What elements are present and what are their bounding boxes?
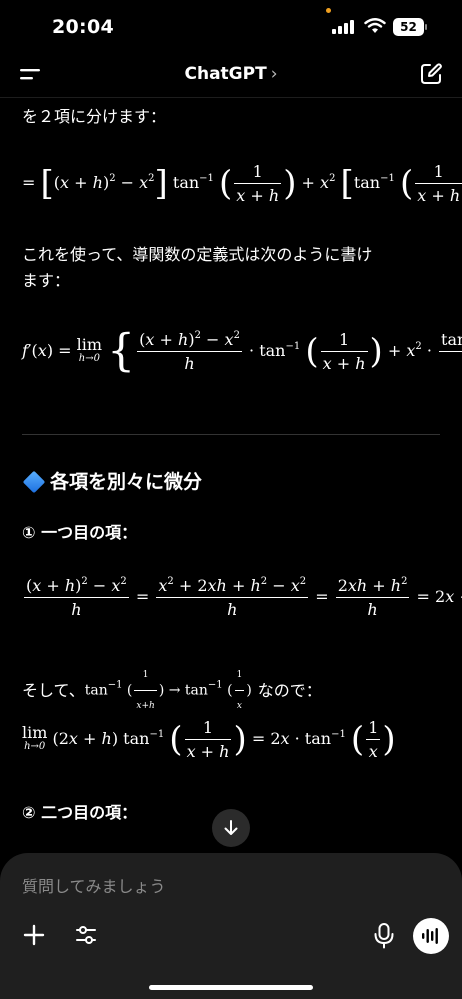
model-selector[interactable]: ChatGPT › <box>0 64 462 84</box>
section-divider <box>22 434 440 435</box>
equation-derivative-definition: f′(x) = lim h→0 {(x + h)2 − x2 h · tan−1 (… <box>22 329 462 373</box>
voice-wave-icon <box>422 928 438 944</box>
mic-icon[interactable] <box>373 923 395 949</box>
wifi-icon <box>364 18 386 33</box>
message-input[interactable]: 質問してみましょう <box>22 873 402 897</box>
chevron-right-icon: › <box>270 64 278 84</box>
message-composer: 質問してみましょう <box>0 853 462 999</box>
signal-icon <box>332 20 354 34</box>
term1-heading: ① 一つ目の項： <box>22 523 138 542</box>
battery-icon: 52 <box>393 18 429 36</box>
page-title: ChatGPT <box>184 64 267 84</box>
section-heading: 各項を別々に微分 <box>22 469 202 495</box>
limit-note: そして、 tan−1 (1 x+h) → tan−1 (1 x) なので： <box>22 662 322 719</box>
status-bar: 20:04 52 <box>0 0 462 52</box>
voice-mode-button[interactable] <box>413 918 449 954</box>
new-chat-icon[interactable] <box>420 63 442 85</box>
mic-indicator-dot <box>326 8 331 13</box>
home-indicator <box>149 985 313 990</box>
term2-heading: ② 二つ目の項： <box>22 803 138 822</box>
status-time: 20:04 <box>52 16 114 38</box>
chat-content[interactable]: を２項に分けます： = [(x + h)2 − x2] tan−1 (1 x + … <box>0 98 462 853</box>
top-nav: ChatGPT › <box>0 52 462 98</box>
equation-term1-limit: lim h→0 (2x + h) tan−1 (1 x + h) = 2x · ta… <box>22 718 396 761</box>
blue-diamond-icon <box>22 470 46 494</box>
sliders-icon[interactable] <box>74 923 98 947</box>
paragraph-line-2: ます： <box>22 271 71 290</box>
plus-icon[interactable] <box>22 923 46 947</box>
paragraph-line-1: これを使って、導関数の定義式は次のように書け <box>22 245 373 264</box>
equation-term1-simplify: (x + h)2 − x2 h = x2 + 2xh + h2 − x2 h = 2… <box>24 576 462 619</box>
scroll-to-bottom-button[interactable] <box>212 809 250 847</box>
inline-math: tan−1 (1 x+h) → tan−1 (1 x) <box>85 662 252 719</box>
intro-text: を２項に分けます： <box>22 107 167 126</box>
battery-level: 52 <box>400 20 417 34</box>
arrow-down-icon <box>224 820 238 835</box>
equation-split: = [(x + h)2 − x2] tan−1 (1 x + h) + x2 [t… <box>22 162 462 205</box>
